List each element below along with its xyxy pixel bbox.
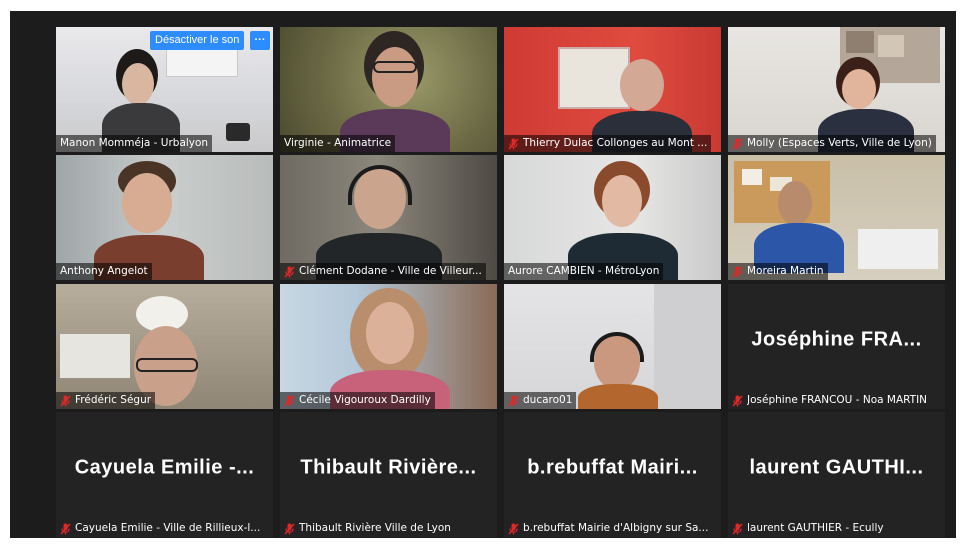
participant-video [56,284,273,409]
participant-nameplate: Joséphine FRANCOU - Noa MARTIN [728,392,931,409]
video-tile-camera-off[interactable]: Thibault Rivière... Thibault Rivière Vil… [280,412,497,537]
video-tile-active-speaker[interactable]: Virginie - Animatrice [280,27,497,152]
participant-name: Cécile Vigouroux Dardilly [299,394,431,406]
video-tile[interactable]: Clément Dodane - Ville de Villeur... [280,155,497,280]
microphone-muted-icon [60,522,71,535]
participant-nameplate: Thibault Rivière Ville de Lyon [280,520,455,537]
video-tile-camera-off[interactable]: Cayuela Emilie -... Cayuela Emilie - Vil… [56,412,273,537]
participant-video [280,155,497,280]
video-tile[interactable]: Thierry Dulac Collonges au Mont ... [504,27,721,152]
participant-display-name: laurent GAUTHI... [749,456,924,479]
video-tile-camera-off[interactable]: Joséphine FRA... Joséphine FRANCOU - Noa… [728,284,945,409]
microphone-muted-icon [60,394,71,407]
participant-nameplate: Moreira Martin [728,263,828,280]
mute-participant-button[interactable]: Désactiver le son [150,31,245,50]
participant-display-name: Thibault Rivière... [300,456,477,479]
video-tile[interactable]: Moreira Martin [728,155,945,280]
participant-display-name: Joséphine FRA... [751,328,922,351]
participant-nameplate: Virginie - Animatrice [280,135,396,152]
participant-video [504,155,721,280]
participant-name: b.rebuffat Mairie d'Albigny sur Sa... [523,522,709,534]
video-tile[interactable]: Aurore CAMBIEN - MétroLyon [504,155,721,280]
participant-nameplate: Clément Dodane - Ville de Villeur... [280,263,486,280]
microphone-muted-icon [508,137,519,150]
participant-nameplate: Frédéric Ségur [56,392,156,409]
video-tile[interactable]: Molly (Espaces Verts, Ville de Lyon) [728,27,945,152]
participant-video [728,155,945,280]
microphone-muted-icon [284,522,295,535]
participant-name: Virginie - Animatrice [284,137,392,149]
participant-video [56,155,273,280]
video-tile[interactable]: Anthony Angelot [56,155,273,280]
video-tile[interactable]: ducaro01 [504,284,721,409]
video-tile-camera-off[interactable]: laurent GAUTHI... laurent GAUTHIER - Ecu… [728,412,945,537]
participant-display-name: b.rebuffat Mairi... [527,456,698,479]
participant-name: Anthony Angelot [60,265,148,277]
participant-name: Thibault Rivière Ville de Lyon [299,522,451,534]
participant-video [280,27,497,152]
participant-display-name: Cayuela Emilie -... [74,456,255,479]
participant-name: Clément Dodane - Ville de Villeur... [299,265,482,277]
participant-nameplate: b.rebuffat Mairie d'Albigny sur Sa... [504,520,712,537]
microphone-muted-icon [508,394,519,407]
participant-nameplate: Anthony Angelot [56,263,152,280]
participant-name: Cayuela Emilie - Ville de Rillieux-l... [75,522,261,534]
participant-nameplate: Aurore CAMBIEN - MétroLyon [504,263,664,280]
microphone-muted-icon [732,394,743,407]
participant-name: Frédéric Ségur [75,394,152,406]
video-tile-camera-off[interactable]: b.rebuffat Mairi... b.rebuffat Mairie d'… [504,412,721,537]
participant-name: Joséphine FRANCOU - Noa MARTIN [747,394,928,406]
participant-name: Moreira Martin [747,265,824,277]
participant-name: laurent GAUTHIER - Ecully [747,522,884,534]
participant-name: Molly (Espaces Verts, Ville de Lyon) [747,137,932,149]
microphone-muted-icon [732,137,743,150]
more-options-button[interactable]: ··· [250,31,270,50]
microphone-muted-icon [284,265,295,278]
participant-nameplate: laurent GAUTHIER - Ecully [728,520,888,537]
zoom-gallery-view: Désactiver le son ··· Manon Momméja - Ur… [10,11,956,538]
video-tile[interactable]: Désactiver le son ··· Manon Momméja - Ur… [56,27,273,152]
participant-nameplate: Molly (Espaces Verts, Ville de Lyon) [728,135,936,152]
microphone-muted-icon [732,522,743,535]
participant-video [504,27,721,152]
microphone-muted-icon [732,265,743,278]
participant-nameplate: Thierry Dulac Collonges au Mont ... [504,135,712,152]
participant-nameplate: Cécile Vigouroux Dardilly [280,392,435,409]
participant-nameplate: Cayuela Emilie - Ville de Rillieux-l... [56,520,264,537]
microphone-muted-icon [284,394,295,407]
participant-video [280,284,497,409]
video-tile[interactable]: Frédéric Ségur [56,284,273,409]
participant-nameplate: ducaro01 [504,392,577,409]
participant-nameplate: Manon Momméja - Urbalyon [56,135,213,152]
microphone-muted-icon [508,522,519,535]
video-tile[interactable]: Cécile Vigouroux Dardilly [280,284,497,409]
participant-name: Thierry Dulac Collonges au Mont ... [523,137,708,149]
participant-name: ducaro01 [523,394,573,406]
participant-name: Manon Momméja - Urbalyon [60,137,209,149]
participant-video [504,284,721,409]
participant-video [728,27,945,152]
participant-name: Aurore CAMBIEN - MétroLyon [508,265,660,277]
